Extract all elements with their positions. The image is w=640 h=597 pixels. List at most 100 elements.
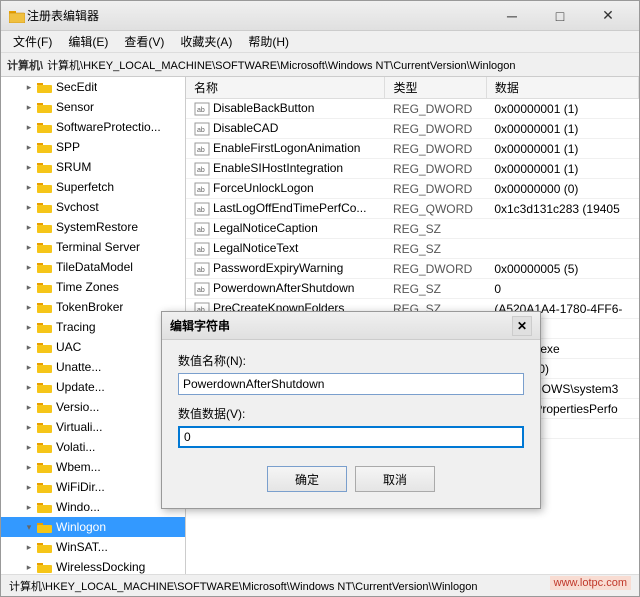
folder-icon — [37, 460, 53, 474]
cell-name: abDisableCAD — [186, 119, 385, 139]
reg-value-icon: ab — [194, 142, 210, 156]
expand-icon[interactable]: ▸ — [21, 379, 37, 395]
menu-view[interactable]: 查看(V) — [116, 31, 172, 52]
value-name: LegalNoticeText — [213, 241, 298, 255]
close-button[interactable]: ✕ — [585, 2, 631, 30]
tree-item[interactable]: ▸ Superfetch — [1, 177, 185, 197]
svg-text:ab: ab — [197, 247, 205, 254]
table-row[interactable]: abLegalNoticeTextREG_SZ — [186, 239, 639, 259]
folder-icon — [37, 500, 53, 514]
value-name: PasswordExpiryWarning — [213, 261, 343, 275]
table-row[interactable]: abEnableFirstLogonAnimationREG_DWORD0x00… — [186, 139, 639, 159]
expand-icon[interactable]: ▸ — [21, 459, 37, 475]
reg-value-icon: ab — [194, 102, 210, 116]
tree-item[interactable]: ▸SRUM — [1, 157, 185, 177]
expand-icon[interactable]: ▸ — [21, 499, 37, 515]
tree-item[interactable]: ▸UAC — [1, 337, 185, 357]
tree-item[interactable]: ▸ TokenBroker — [1, 297, 185, 317]
expand-icon[interactable]: ▸ — [21, 539, 37, 555]
tree-item[interactable]: ▸Svchost — [1, 197, 185, 217]
tree-item[interactable]: ▸ Sensor — [1, 97, 185, 117]
tree-item[interactable]: ▸SoftwareProtectio... — [1, 117, 185, 137]
tree-item[interactable]: ▸Volati... — [1, 437, 185, 457]
tree-item[interactable]: ▸SPP — [1, 137, 185, 157]
menu-file[interactable]: 文件(F) — [5, 31, 60, 52]
tree-item-label: TokenBroker — [56, 300, 123, 314]
tree-item[interactable]: ▸SecEdit — [1, 77, 185, 97]
expand-icon[interactable]: ▸ — [21, 419, 37, 435]
table-row[interactable]: abPasswordExpiryWarningREG_DWORD0x000000… — [186, 259, 639, 279]
table-row[interactable]: abDisableBackButtonREG_DWORD0x00000001 (… — [186, 99, 639, 119]
table-row[interactable]: abDisableCADREG_DWORD0x00000001 (1) — [186, 119, 639, 139]
svg-text:ab: ab — [197, 127, 205, 134]
ok-button[interactable]: 确定 — [267, 466, 347, 492]
expand-icon[interactable]: ▸ — [21, 119, 37, 135]
minimize-button[interactable]: ─ — [489, 2, 535, 30]
table-row[interactable]: abEnableSIHostIntegrationREG_DWORD0x0000… — [186, 159, 639, 179]
address-bar: 计算机\ 计算机\HKEY_LOCAL_MACHINE\SOFTWARE\Mic… — [1, 53, 639, 77]
table-row[interactable]: abForceUnlockLogonREG_DWORD0x00000000 (0… — [186, 179, 639, 199]
table-row[interactable]: abLastLogOffEndTimePerfCo...REG_QWORD0x1… — [186, 199, 639, 219]
dialog-close-button[interactable]: ✕ — [512, 316, 532, 336]
folder-icon — [37, 480, 53, 494]
expand-icon[interactable]: ▸ — [21, 139, 37, 155]
expand-icon[interactable]: ▸ — [21, 299, 37, 315]
folder-icon — [37, 100, 53, 114]
expand-icon[interactable]: ▸ — [21, 439, 37, 455]
menu-bar: 文件(F) 编辑(E) 查看(V) 收藏夹(A) 帮助(H) — [1, 31, 639, 53]
cancel-button[interactable]: 取消 — [355, 466, 435, 492]
tree-item[interactable]: ▸Virtuali... — [1, 417, 185, 437]
tree-item[interactable]: ▸Windo... — [1, 497, 185, 517]
tree-item[interactable]: ▸Update... — [1, 377, 185, 397]
edit-string-dialog: 编辑字符串 ✕ 数值名称(N): 数值数据(V): 确定 取消 — [161, 311, 541, 509]
tree-item-label: Winlogon — [56, 520, 106, 534]
table-row[interactable]: abLegalNoticeCaptionREG_SZ — [186, 219, 639, 239]
menu-help[interactable]: 帮助(H) — [240, 31, 297, 52]
tree-item[interactable]: ▸Unatte... — [1, 357, 185, 377]
menu-favorites[interactable]: 收藏夹(A) — [172, 31, 240, 52]
menu-edit[interactable]: 编辑(E) — [60, 31, 116, 52]
tree-item[interactable]: ▸Terminal Server — [1, 237, 185, 257]
tree-item[interactable]: ▸Tracing — [1, 317, 185, 337]
expand-icon[interactable]: ▸ — [21, 159, 37, 175]
address-label: 计算机\ — [7, 57, 43, 73]
tree-item[interactable]: ▸WiFiDir... — [1, 477, 185, 497]
expand-icon[interactable]: ▸ — [21, 399, 37, 415]
expand-icon[interactable]: ▸ — [21, 559, 37, 574]
title-bar: 注册表编辑器 ─ □ ✕ — [1, 1, 639, 31]
tree-item-label: Superfetch — [56, 180, 114, 194]
cell-type: REG_SZ — [385, 279, 486, 299]
expand-icon[interactable]: ▸ — [21, 339, 37, 355]
expand-icon[interactable]: ▸ — [21, 479, 37, 495]
cell-name: abEnableFirstLogonAnimation — [186, 139, 385, 159]
tree-item[interactable]: ▸Versio... — [1, 397, 185, 417]
field-name-input[interactable] — [178, 373, 524, 395]
maximize-button[interactable]: □ — [537, 2, 583, 30]
tree-item[interactable]: ▸Time Zones — [1, 277, 185, 297]
tree-item[interactable]: ▸WinSAT... — [1, 537, 185, 557]
expand-icon[interactable]: ▸ — [21, 79, 37, 95]
expand-icon[interactable]: ▸ — [21, 359, 37, 375]
expand-icon[interactable]: ▸ — [21, 99, 37, 115]
expand-icon[interactable]: ▸ — [21, 219, 37, 235]
folder-icon — [37, 160, 53, 174]
folder-icon — [37, 320, 53, 334]
tree-item[interactable]: ▸Wbem... — [1, 457, 185, 477]
cell-name: ab LegalNoticeText — [186, 239, 385, 259]
field-data-input[interactable] — [178, 426, 524, 448]
expand-icon[interactable]: ▸ — [21, 259, 37, 275]
expand-icon[interactable]: ▸ — [21, 319, 37, 335]
tree-item[interactable]: ▸TileDataModel — [1, 257, 185, 277]
tree-item[interactable]: ▸SystemRestore — [1, 217, 185, 237]
tree-item-label: Sensor — [56, 100, 94, 114]
table-row[interactable]: abPowerdownAfterShutdownREG_SZ0 — [186, 279, 639, 299]
dialog-title-bar: 编辑字符串 ✕ — [162, 312, 540, 340]
tree-item[interactable]: ▸WirelessDocking — [1, 557, 185, 574]
expand-icon[interactable]: ▸ — [21, 199, 37, 215]
tree-item[interactable]: ▾ Winlogon — [1, 517, 185, 537]
expand-icon[interactable]: ▸ — [21, 279, 37, 295]
expand-icon[interactable]: ▸ — [21, 179, 37, 195]
tree-panel[interactable]: ▸SecEdit▸Sensor▸SoftwareProtectio...▸SPP… — [1, 77, 186, 574]
expand-icon[interactable]: ▸ — [21, 239, 37, 255]
expand-icon[interactable]: ▾ — [21, 519, 37, 535]
